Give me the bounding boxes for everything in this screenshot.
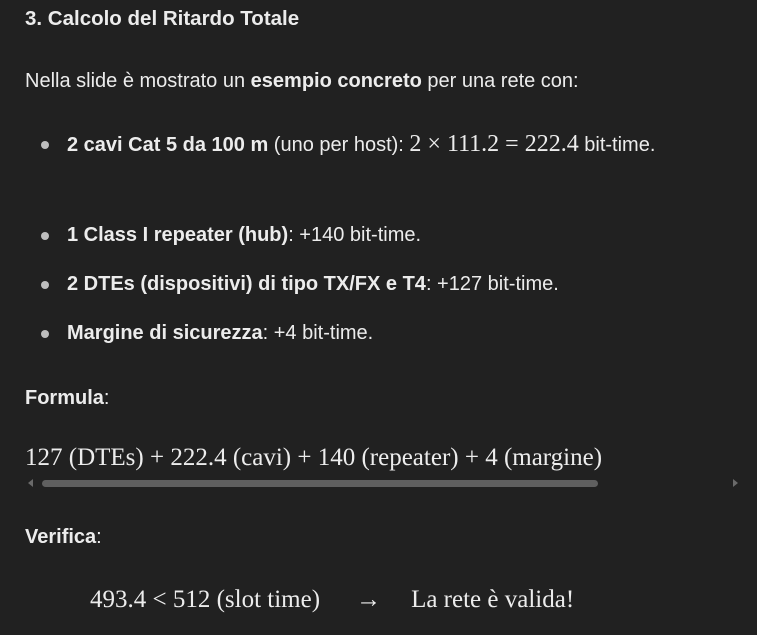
scroll-left-icon[interactable]	[28, 479, 33, 487]
list-item-dtes: 2 DTEs (dispositivi) di tipo TX/FX e T4:…	[67, 260, 749, 309]
formula-colon: :	[103, 387, 110, 409]
item-text: : +4 bit-time.	[262, 322, 374, 344]
cable-math: 2 × 111.2 = 222.4	[409, 131, 579, 157]
item-bold: 2 DTEs (dispositivi) di tipo TX/FX e T4	[67, 273, 426, 295]
formula-expression: 127 (DTEs) + 222.4 (cavi) + 140 (repeate…	[25, 444, 603, 471]
verify-result: La rete è valida!	[411, 586, 575, 613]
verify-expr: 493.4 < 512 (slot time)	[90, 586, 321, 613]
list-item-cables: 2 cavi Cat 5 da 100 m (uno per host): 2 …	[67, 120, 749, 170]
item-bold: Margine di sicurezza	[67, 322, 263, 344]
item-bold: 1 Class I repeater (hub)	[67, 224, 289, 246]
intro-bold: esempio concreto	[250, 70, 422, 92]
list-item-repeater: 1 Class I repeater (hub): +140 bit-time.	[67, 211, 749, 260]
item-text: : +127 bit-time.	[425, 273, 559, 295]
verify-label: Verifica:	[25, 523, 102, 551]
item-after: bit-time.	[578, 134, 656, 156]
verify-label-text: Verifica	[25, 526, 97, 548]
verify-colon: :	[96, 526, 102, 548]
item-bold: 2 cavi Cat 5 da 100 m	[67, 134, 269, 156]
intro-suffix: per una rete con:	[421, 70, 579, 92]
item-text: : +140 bit-time.	[288, 224, 422, 246]
item-text: (uno per host):	[268, 134, 410, 156]
intro-prefix: Nella slide è mostrato un	[25, 70, 251, 92]
formula-label: Formula:	[25, 384, 109, 412]
bullet-icon	[41, 232, 49, 240]
verify-expression: 493.4 < 512 (slot time) → La rete è valida…	[90, 580, 574, 620]
scroll-right-icon[interactable]	[733, 479, 738, 487]
bullet-icon	[41, 281, 49, 289]
arrow-right-icon: →	[356, 586, 382, 613]
formula-scrollbar[interactable]	[28, 478, 738, 488]
intro-paragraph: Nella slide è mostrato un esempio concre…	[25, 67, 579, 95]
bullet-icon	[41, 330, 49, 338]
scrollbar-thumb[interactable]	[42, 480, 598, 487]
section-heading: 3. Calcolo del Ritardo Totale	[25, 7, 300, 30]
bullet-icon	[41, 141, 49, 149]
list-item-margin: Margine di sicurezza: +4 bit-time.	[67, 309, 749, 358]
formula-label-text: Formula	[25, 387, 104, 409]
